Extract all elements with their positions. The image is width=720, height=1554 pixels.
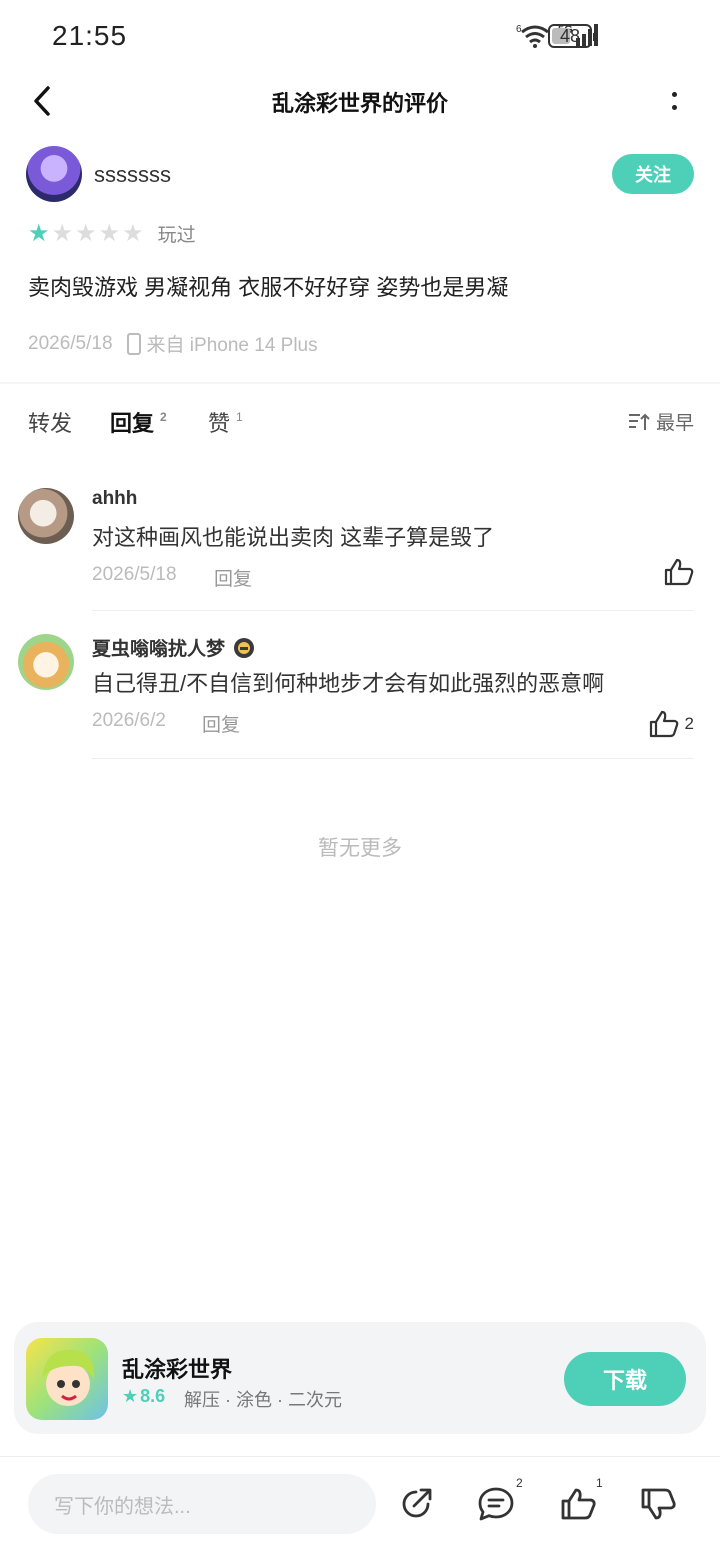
comment-date: 2026/6/2 <box>92 710 166 731</box>
download-button[interactable]: 下载 <box>564 1352 686 1406</box>
comment-input[interactable]: 写下你的想法... <box>28 1474 376 1534</box>
battery-icon: 48 <box>548 24 597 48</box>
author-name[interactable]: sssssss <box>94 162 171 188</box>
user-badge-icon <box>234 637 255 658</box>
more-options-button[interactable] <box>664 88 684 114</box>
app-card[interactable]: 乱涂彩世界 ★ 8.6 解压 · 涂色 · 二次元 下载 <box>14 1322 706 1434</box>
bottom-action-bar: 写下你的想法... 2 1 <box>0 1460 720 1554</box>
phone-icon <box>126 332 141 355</box>
review-device: 来自 iPhone 14 Plus <box>126 330 318 357</box>
no-more-label: 暂无更多 <box>318 837 402 860</box>
like-count: 1 <box>596 1476 603 1490</box>
comment-input-placeholder: 写下你的想法... <box>54 1495 191 1518</box>
follow-button[interactable]: 关注 <box>612 154 694 194</box>
tab-forward-label: 转发 <box>28 411 73 436</box>
comment-like-count: 2 <box>684 714 694 733</box>
tab-like[interactable]: 赞1 <box>208 406 243 438</box>
app-tags: 解压 · 涂色 · 二次元 <box>184 1390 342 1410</box>
device-label: 来自 iPhone 14 Plus <box>146 335 318 356</box>
tab-reply-count: 2 <box>160 410 167 424</box>
comment-count: 2 <box>516 1476 523 1490</box>
review-author: sssssss 关注 <box>26 146 694 202</box>
comment-like-button[interactable] <box>664 558 694 586</box>
star-icon-filled: ★ <box>28 219 50 247</box>
app-icon[interactable] <box>26 1338 108 1420</box>
rating-row: ★ ★ ★ ★ ★ 玩过 <box>28 220 196 247</box>
comment-author-name: ahhh <box>92 488 138 509</box>
like-button[interactable] <box>558 1484 598 1524</box>
comment-author[interactable]: ahhh <box>92 488 137 510</box>
comment-like-button[interactable]: 2 <box>649 710 694 738</box>
comment-author[interactable]: 夏虫嗡嗡扰人梦 <box>92 634 255 661</box>
played-label: 玩过 <box>157 225 196 246</box>
app-score-value: 8.6 <box>140 1386 166 1406</box>
bottom-divider <box>0 1456 720 1457</box>
wifi-icon: 6 <box>516 24 549 48</box>
svg-text:6: 6 <box>516 24 522 35</box>
tab-like-count: 1 <box>236 410 243 424</box>
more-dot-icon <box>671 105 677 110</box>
comment-divider <box>92 610 694 611</box>
comment-item: ahhh 对这种画风也能说出卖肉 这辈子算是毁了 2026/5/18 回复 <box>18 488 694 612</box>
review-text: 卖肉毁游戏 男凝视角 衣服不好好穿 姿势也是男凝 <box>28 275 509 300</box>
reply-tabs: 转发 回复 2 赞1 最早 <box>28 406 694 446</box>
comment-reply-button[interactable]: 回复 <box>214 564 252 591</box>
star-icon: ★ <box>98 219 121 247</box>
thumbs-up-icon <box>649 710 678 738</box>
tab-reply-label: 回复 <box>110 411 155 436</box>
sort-label: 最早 <box>655 413 694 434</box>
star-icon: ★ <box>122 219 144 247</box>
comment-item: 夏虫嗡嗡扰人梦 自己得丑/不自信到何种地步才会有如此强烈的恶意啊 2026/6/… <box>18 634 694 760</box>
thumbs-down-icon <box>641 1488 676 1520</box>
review-date: 2026/5/18 <box>28 332 113 354</box>
thumbs-up-icon <box>561 1488 596 1520</box>
app-score: ★ 8.6 <box>122 1386 165 1407</box>
sort-button[interactable]: 最早 <box>628 408 694 435</box>
tab-forward[interactable]: 转发 <box>28 406 72 438</box>
app-name: 乱涂彩世界 <box>122 1357 233 1382</box>
page-title: 乱涂彩世界的评价 <box>271 91 448 116</box>
comment-avatar[interactable] <box>18 488 74 544</box>
more-dot-icon <box>671 92 677 97</box>
status-time: 21:55 <box>52 20 128 51</box>
share-button[interactable] <box>396 1484 436 1524</box>
star-icon: ★ <box>122 1386 139 1406</box>
tab-reply[interactable]: 回复 2 <box>110 406 167 438</box>
comment-text: 自己得丑/不自信到何种地步才会有如此强烈的恶意啊 <box>92 671 605 696</box>
comment-reply-button[interactable]: 回复 <box>202 710 240 737</box>
nav-bar: 乱涂彩世界的评价 <box>0 72 720 130</box>
status-bar: 21:55 6 5G 48 <box>0 0 720 72</box>
comment-author-name: 夏虫嗡嗡扰人梦 <box>92 639 226 660</box>
comment-divider <box>92 758 694 759</box>
share-icon <box>402 1488 432 1518</box>
app-character-icon <box>42 1349 95 1406</box>
section-divider <box>0 382 720 384</box>
comment-text: 对这种画风也能说出卖肉 这辈子算是毁了 <box>92 525 495 550</box>
star-icon: ★ <box>75 219 97 247</box>
sort-icon <box>628 413 650 430</box>
author-avatar[interactable] <box>26 146 82 202</box>
tab-like-label: 赞 <box>208 411 231 436</box>
comment-date: 2026/5/18 <box>92 564 177 585</box>
comment-button[interactable] <box>476 1484 516 1524</box>
star-icon: ★ <box>51 219 74 247</box>
battery-level: 48 <box>559 25 581 46</box>
review-meta: 2026/5/18 来自 iPhone 14 Plus <box>28 330 318 357</box>
dislike-button[interactable] <box>638 1484 678 1524</box>
comment-avatar[interactable] <box>18 634 74 690</box>
comment-icon <box>478 1487 514 1521</box>
thumbs-up-icon <box>664 558 694 586</box>
